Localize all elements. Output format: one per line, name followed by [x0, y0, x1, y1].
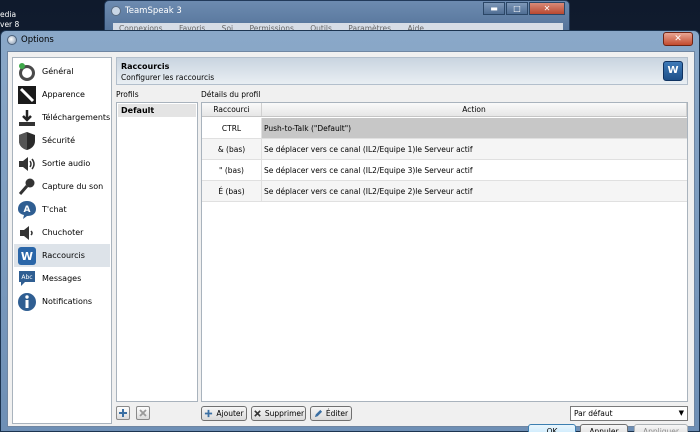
options-titlebar: Options ✕: [1, 31, 699, 49]
speaker-icon: [17, 154, 37, 174]
cell-action: Se déplacer vers ce canal (IL2/Equipe 2)…: [264, 187, 473, 196]
cell-shortcut: É (bas): [202, 181, 262, 201]
cross-icon: [254, 410, 261, 417]
pencil-icon: [314, 409, 322, 418]
add-hotkey-label: Ajouter: [216, 409, 244, 418]
cell-action: Se déplacer vers ce canal (IL2/Equipe 1)…: [264, 145, 473, 154]
sidebar-item-label: T'chat: [42, 205, 67, 214]
sidebar-item-label: Capture du son: [42, 182, 104, 191]
sidebar-item-chat[interactable]: A T'chat: [14, 198, 110, 221]
profiles-list: Default: [116, 102, 198, 402]
teamspeak-close-button[interactable]: ✕: [529, 2, 565, 15]
sidebar-item-downloads[interactable]: Téléchargements: [14, 106, 110, 129]
svg-text:W: W: [21, 250, 33, 263]
table-row[interactable]: " (bas) Se déplacer vers ce canal (IL2/E…: [202, 160, 687, 181]
teamspeak-general-icon: [17, 62, 37, 82]
whisper-speaker-icon: [17, 223, 37, 243]
info-icon: [17, 292, 37, 312]
sidebar-item-label: Chuchoter: [42, 228, 84, 237]
svg-text:Abc: Abc: [21, 274, 32, 281]
sidebar-item-label: Raccourcis: [42, 251, 85, 260]
cell-shortcut: & (bas): [202, 139, 262, 159]
page-subtitle: Configurer les raccourcis: [121, 73, 215, 82]
sidebar-item-appearance[interactable]: Apparence: [14, 83, 110, 106]
download-icon: [17, 108, 37, 128]
column-header-action[interactable]: Action: [262, 103, 687, 116]
delete-hotkey-button[interactable]: Supprimer: [251, 406, 306, 421]
delete-hotkey-label: Supprimer: [264, 409, 305, 418]
sidebar-item-label: Apparence: [42, 90, 85, 99]
sidebar-item-label: Général: [42, 67, 74, 76]
page-header: Raccourcis Configurer les raccourcis W: [116, 57, 688, 85]
sidebar-item-notifications[interactable]: Notifications: [14, 290, 110, 313]
add-hotkey-button[interactable]: Ajouter: [201, 406, 247, 421]
cell-shortcut: CTRL: [202, 118, 262, 138]
svg-text:A: A: [24, 205, 31, 215]
options-window-title: Options: [21, 35, 54, 45]
sidebar-item-label: Notifications: [42, 297, 93, 306]
teamspeak-window-title: TeamSpeak 3: [125, 6, 182, 16]
add-profile-button[interactable]: [116, 406, 130, 420]
column-header-shortcut[interactable]: Raccourci: [202, 103, 262, 116]
list-item[interactable]: Default: [118, 104, 196, 117]
sidebar-item-label: Sortie audio: [42, 159, 91, 168]
select-value: Par défaut: [574, 409, 613, 418]
maximize-button[interactable]: □: [506, 2, 528, 15]
hotkeys-icon: W: [17, 246, 37, 266]
remove-profile-button[interactable]: [136, 406, 150, 420]
desktop-text-1: edia: [0, 10, 17, 19]
hotkeys-logo-icon: W: [663, 61, 683, 81]
sidebar-item-label: Sécurité: [42, 136, 76, 145]
options-window-icon: [7, 35, 17, 45]
options-window: Options ✕ Général Apparence Téléchargeme…: [0, 30, 700, 432]
table-row[interactable]: CTRL Push-to-Talk ("Default"): [202, 118, 687, 139]
minimize-button[interactable]: ▬: [483, 2, 505, 15]
shield-icon: [17, 131, 37, 151]
sidebar-item-general[interactable]: Général: [14, 60, 110, 83]
sidebar-item-security[interactable]: Sécurité: [14, 129, 110, 152]
page-title: Raccourcis: [121, 62, 170, 71]
profile-details-label: Détails du profil: [201, 90, 261, 99]
table-row[interactable]: & (bas) Se déplacer vers ce canal (IL2/E…: [202, 139, 687, 160]
cross-icon: [139, 409, 147, 417]
cell-action: Se déplacer vers ce canal (IL2/Equipe 3)…: [264, 166, 473, 175]
table-row[interactable]: É (bas) Se déplacer vers ce canal (IL2/E…: [202, 181, 687, 202]
ok-button[interactable]: OK: [528, 424, 576, 432]
cancel-button[interactable]: Annuler: [580, 424, 628, 432]
table-header: Raccourci Action: [202, 103, 687, 117]
desktop-text-2: ver 8: [0, 20, 20, 29]
sidebar-item-hotkeys[interactable]: W Raccourcis: [14, 244, 110, 267]
hotkey-profile-select[interactable]: Par défaut ▼: [570, 406, 688, 421]
teamspeak-logo-icon: [111, 6, 121, 16]
apply-button[interactable]: Appliquer: [634, 424, 688, 432]
chat-icon: A: [17, 200, 37, 220]
microphone-icon: [17, 177, 37, 197]
plus-icon: [205, 409, 213, 418]
plus-icon: [119, 409, 127, 417]
options-sidebar: Général Apparence Téléchargements Sécuri…: [12, 57, 112, 424]
cell-shortcut: " (bas): [202, 160, 262, 180]
edit-hotkey-label: Éditer: [325, 409, 349, 418]
sidebar-item-label: Messages: [42, 274, 82, 283]
cell-action: Push-to-Talk ("Default"): [262, 118, 687, 138]
sidebar-item-whisper[interactable]: Chuchoter: [14, 221, 110, 244]
sidebar-item-capture[interactable]: Capture du son: [14, 175, 110, 198]
options-client-area: Général Apparence Téléchargements Sécuri…: [7, 51, 695, 432]
chevron-down-icon: ▼: [678, 409, 684, 417]
hotkeys-table: Raccourci Action CTRL Push-to-Talk ("Def…: [201, 102, 688, 402]
messages-icon: Abc: [17, 269, 37, 289]
sidebar-item-label: Téléchargements: [42, 113, 111, 122]
sidebar-item-messages[interactable]: Abc Messages: [14, 267, 110, 290]
edit-hotkey-button[interactable]: Éditer: [310, 406, 352, 421]
sidebar-item-audio-output[interactable]: Sortie audio: [14, 152, 110, 175]
options-close-button[interactable]: ✕: [663, 32, 693, 46]
brush-icon: [17, 85, 37, 105]
profiles-label: Profils: [116, 90, 139, 99]
